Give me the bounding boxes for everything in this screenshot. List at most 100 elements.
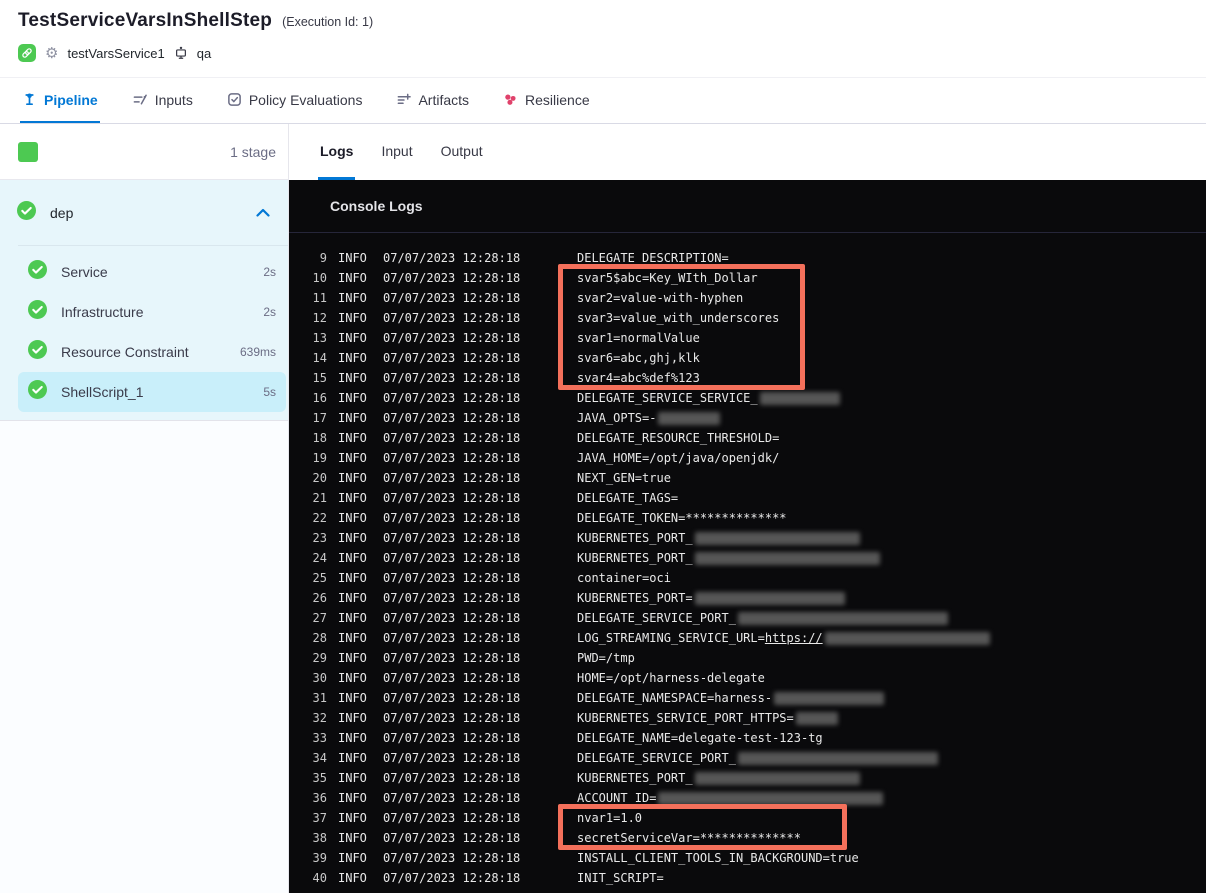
redacted-text xyxy=(694,531,860,545)
log-line: 13 INFO 07/07/2023 12:28:18 svar1=normal… xyxy=(300,328,1206,348)
log-timestamp: 07/07/2023 12:28:18 xyxy=(383,711,521,725)
stage-status-square xyxy=(18,141,38,162)
log-line: 30 INFO 07/07/2023 12:28:18 HOME=/opt/ha… xyxy=(300,668,1206,688)
log-timestamp: 07/07/2023 12:28:18 xyxy=(383,791,521,805)
step-shellscript_1[interactable]: ShellScript_1 5s xyxy=(18,372,286,412)
log-line-number: 26 xyxy=(312,591,327,605)
log-line-number: 20 xyxy=(312,471,327,485)
log-timestamp: 07/07/2023 12:28:18 xyxy=(383,471,521,485)
log-timestamp: 07/07/2023 12:28:18 xyxy=(383,251,521,265)
log-level: INFO xyxy=(338,711,367,725)
log-line-number: 32 xyxy=(312,711,327,725)
log-line: 36 INFO 07/07/2023 12:28:18 ACCOUNT_ID= xyxy=(300,788,1206,808)
log-line: 39 INFO 07/07/2023 12:28:18 INSTALL_CLIE… xyxy=(300,848,1206,868)
log-level: INFO xyxy=(338,611,367,625)
log-message: svar4=abc%def%123 xyxy=(577,371,700,385)
log-line-number: 21 xyxy=(312,491,327,505)
log-line-number: 33 xyxy=(312,731,327,745)
environment-icon xyxy=(174,46,188,60)
log-level: INFO xyxy=(338,691,367,705)
log-level: INFO xyxy=(338,271,367,285)
step-infrastructure[interactable]: Infrastructure 2s xyxy=(18,292,286,332)
tab-artifacts[interactable]: Artifacts xyxy=(394,78,471,123)
console-panel: Console Logs 9 INFO 07/07/2023 12:28:18 … xyxy=(289,180,1206,893)
tab-inputs[interactable]: Inputs xyxy=(130,78,195,123)
log-message: INSTALL_CLIENT_TOOLS_IN_BACKGROUND=true xyxy=(577,851,859,865)
redacted-text xyxy=(737,611,948,625)
log-message: PWD=/tmp xyxy=(577,651,635,665)
log-timestamp: 07/07/2023 12:28:18 xyxy=(383,511,521,525)
log-message: KUBERNETES_PORT_ xyxy=(577,771,860,785)
log-line: 29 INFO 07/07/2023 12:28:18 PWD=/tmp xyxy=(300,648,1206,668)
tab-policy-evaluations[interactable]: Policy Evaluations xyxy=(225,78,365,123)
log-line: 17 INFO 07/07/2023 12:28:18 JAVA_OPTS=- xyxy=(300,408,1206,428)
chevron-up-icon[interactable] xyxy=(256,204,270,222)
log-timestamp: 07/07/2023 12:28:18 xyxy=(383,391,521,405)
tab-pipeline[interactable]: Pipeline xyxy=(20,78,100,123)
step-label: Infrastructure xyxy=(61,304,144,320)
step-list: Service 2s Infrastructure 2s Resource Co… xyxy=(0,246,288,421)
log-level: INFO xyxy=(338,531,367,545)
tab-icon xyxy=(132,92,148,107)
tab-label: Policy Evaluations xyxy=(248,91,363,108)
log-line: 35 INFO 07/07/2023 12:28:18 KUBERNETES_P… xyxy=(300,768,1206,788)
sidebar-empty-area xyxy=(0,421,288,893)
log-line-number: 18 xyxy=(312,431,327,445)
log-line: 22 INFO 07/07/2023 12:28:18 DELEGATE_TOK… xyxy=(300,508,1206,528)
log-timestamp: 07/07/2023 12:28:18 xyxy=(383,571,521,585)
step-resource-constraint[interactable]: Resource Constraint 639ms xyxy=(18,332,286,372)
log-timestamp: 07/07/2023 12:28:18 xyxy=(383,411,521,425)
log-line: 20 INFO 07/07/2023 12:28:18 NEXT_GEN=tru… xyxy=(300,468,1206,488)
stage-group-dep[interactable]: dep xyxy=(0,180,288,246)
log-message: JAVA_HOME=/opt/java/openjdk/ xyxy=(577,451,780,465)
log-level: INFO xyxy=(338,731,367,745)
log-level: INFO xyxy=(338,631,367,645)
redacted-text xyxy=(694,591,845,605)
log-level: INFO xyxy=(338,671,367,685)
log-line-number: 9 xyxy=(319,251,327,265)
subtab-input[interactable]: Input xyxy=(379,124,414,180)
log-line-number: 12 xyxy=(312,311,327,325)
log-line: 11 INFO 07/07/2023 12:28:18 svar2=value-… xyxy=(300,288,1206,308)
log-message: container=oci xyxy=(577,571,671,585)
console-log-area[interactable]: 9 INFO 07/07/2023 12:28:18 DELEGATE_DESC… xyxy=(289,233,1206,888)
redacted-text xyxy=(774,691,885,705)
policy-icon xyxy=(227,92,242,107)
log-timestamp: 07/07/2023 12:28:18 xyxy=(383,331,521,345)
log-message: DELEGATE_SERVICE_SERVICE_ xyxy=(577,391,840,405)
subtab-label: Logs xyxy=(320,142,354,159)
log-message: DELEGATE_TAGS= xyxy=(577,491,679,505)
tab-resilience[interactable]: Resilience xyxy=(501,78,592,123)
log-line-number: 30 xyxy=(312,671,327,685)
log-line: 33 INFO 07/07/2023 12:28:18 DELEGATE_NAM… xyxy=(300,728,1206,748)
log-level: INFO xyxy=(338,871,367,885)
log-timestamp: 07/07/2023 12:28:18 xyxy=(383,371,521,385)
log-message: DELEGATE_TOKEN=************** xyxy=(577,511,787,525)
log-line: 32 INFO 07/07/2023 12:28:18 KUBERNETES_S… xyxy=(300,708,1206,728)
step-duration: 5s xyxy=(263,385,276,399)
log-level: INFO xyxy=(338,311,367,325)
log-line: 23 INFO 07/07/2023 12:28:18 KUBERNETES_P… xyxy=(300,528,1206,548)
log-line-number: 36 xyxy=(312,791,327,805)
subtab-output[interactable]: Output xyxy=(439,124,485,180)
log-timestamp: 07/07/2023 12:28:18 xyxy=(383,831,521,845)
log-timestamp: 07/07/2023 12:28:18 xyxy=(383,871,521,885)
log-level: INFO xyxy=(338,511,367,525)
log-message: HOME=/opt/harness-delegate xyxy=(577,671,765,685)
log-link[interactable]: https:// xyxy=(765,631,823,645)
log-level: INFO xyxy=(338,331,367,345)
log-line: 10 INFO 07/07/2023 12:28:18 svar5$abc=Ke… xyxy=(300,268,1206,288)
redacted-text xyxy=(694,551,880,565)
log-line-number: 17 xyxy=(312,411,327,425)
log-level: INFO xyxy=(338,571,367,585)
log-timestamp: 07/07/2023 12:28:18 xyxy=(383,431,521,445)
redacted-text xyxy=(694,771,860,785)
subtab-label: Input xyxy=(381,142,413,159)
redacted-text xyxy=(737,751,938,765)
pipeline-icon xyxy=(22,92,37,107)
subtab-logs[interactable]: Logs xyxy=(318,124,356,180)
resilience-icon xyxy=(503,92,518,107)
log-line-number: 11 xyxy=(312,291,327,305)
step-service[interactable]: Service 2s xyxy=(18,252,286,292)
log-message: nvar1=1.0 xyxy=(577,811,643,825)
